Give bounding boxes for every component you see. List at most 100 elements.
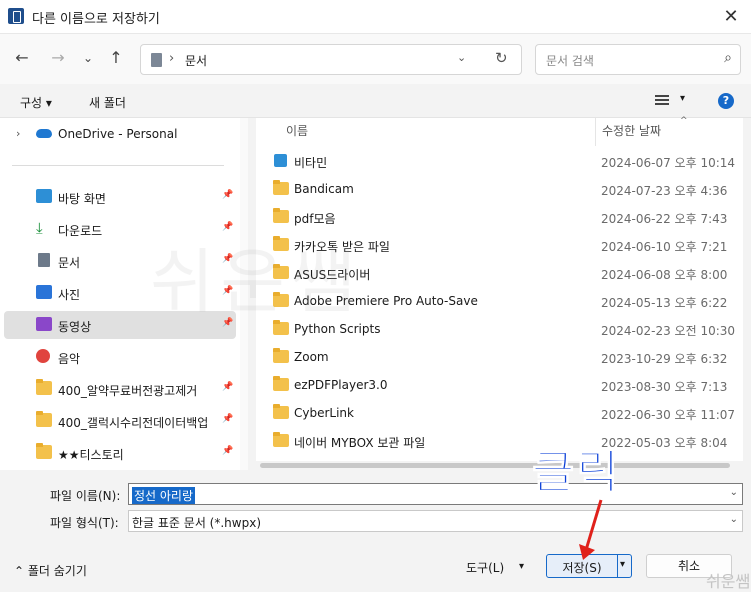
sidebar-item-onedrive[interactable]: › OneDrive - Personal (4, 120, 236, 148)
file-date: 2023-08-30 오후 7:13 (601, 380, 728, 394)
pin-icon[interactable]: 📌 (222, 382, 233, 392)
file-row[interactable]: 비타민 2024-06-07 오후 10:14 (256, 148, 743, 176)
app-icon (8, 8, 24, 24)
search-placeholder: 문서 검색 (546, 54, 594, 68)
new-folder-button[interactable]: 새 폴더 (89, 94, 126, 111)
sidebar-item-label: 400_갤럭시수리전데이터백업 (58, 416, 209, 430)
file-date: 2024-06-10 오후 7:21 (601, 240, 728, 254)
file-date: 2024-06-08 오후 8:00 (601, 268, 728, 282)
file-date: 2024-07-23 오후 4:36 (601, 184, 728, 198)
up-arrow-icon[interactable]: ↑ (104, 46, 128, 70)
address-bar[interactable]: › 문서 ⌄ ↻ (140, 44, 522, 75)
split-divider (617, 555, 618, 577)
archive-icon (274, 154, 287, 167)
filename-label: 파일 이름(N): (50, 489, 121, 503)
filename-field[interactable]: 정선 아리랑 ⌄ (128, 483, 743, 505)
toolbar: 구성 ▾ 새 폴더 ▾ (0, 84, 751, 118)
sidebar-item-folder[interactable]: 400_알약무료버전광고제거 📌 (4, 375, 236, 403)
view-list-icon[interactable] (655, 95, 669, 105)
title-bar: 다른 이름으로 저장하기 ✕ (0, 0, 751, 34)
chevron-right-icon[interactable]: › (169, 51, 174, 66)
file-row[interactable]: ezPDFPlayer3.0 2023-08-30 오후 7:13 (256, 372, 743, 400)
folder-icon (273, 376, 289, 391)
document-icon (151, 53, 162, 67)
music-icon (36, 349, 50, 363)
filetype-label: 파일 형식(T): (50, 516, 119, 530)
help-icon[interactable]: ? (718, 93, 734, 109)
filetype-select[interactable]: 한글 표준 문서 (*.hwpx) ⌄ (128, 510, 743, 532)
file-row[interactable]: Zoom 2023-10-29 오후 6:32 (256, 344, 743, 372)
organize-button[interactable]: 구성 ▾ (20, 94, 52, 111)
sidebar-item-folder[interactable]: 400_갤럭시수리전데이터백업 📌 (4, 407, 236, 435)
window-title: 다른 이름으로 저장하기 (32, 12, 160, 27)
column-header-date[interactable]: 수정한 날짜 (602, 122, 661, 139)
file-name: CyberLink (294, 406, 354, 420)
file-name: Zoom (294, 350, 329, 364)
file-row[interactable]: CyberLink 2022-06-30 오후 11:07 (256, 400, 743, 428)
sidebar-item-label: ★★티스토리 (58, 448, 124, 462)
expand-chevron-icon[interactable]: › (16, 127, 20, 140)
file-name: 비타민 (294, 156, 328, 170)
search-input[interactable]: 문서 검색 ⌕ (535, 44, 741, 75)
save-dropdown-icon[interactable]: ▾ (620, 559, 625, 570)
chevron-down-icon[interactable]: ⌄ (457, 51, 466, 64)
file-row[interactable]: Bandicam 2024-07-23 오후 4:36 (256, 176, 743, 204)
sort-caret-icon: ^ (680, 116, 688, 126)
file-name: Bandicam (294, 182, 354, 196)
forward-arrow-icon[interactable]: → (46, 46, 70, 70)
refresh-icon[interactable]: ↻ (495, 49, 508, 67)
file-name: 네이버 MYBOX 보관 파일 (294, 436, 426, 450)
back-arrow-icon[interactable]: ← (10, 46, 34, 70)
filename-value[interactable]: 정선 아리랑 (132, 487, 196, 504)
sidebar-item-desktop[interactable]: 바탕 화면 📌 (4, 183, 236, 211)
desktop-icon (36, 189, 52, 203)
corner-watermark: 쉬운쌤 (706, 572, 751, 591)
photo-icon (36, 285, 52, 299)
folder-icon (273, 180, 289, 195)
close-button[interactable]: ✕ (711, 0, 751, 33)
chevron-down-icon[interactable]: ⌄ (730, 487, 738, 498)
folder-icon (36, 379, 52, 395)
column-separator[interactable] (595, 118, 596, 146)
click-annotation: 클릭 (532, 445, 621, 500)
address-path[interactable]: 문서 (185, 52, 207, 69)
sidebar-item-label: 400_알약무료버전광고제거 (58, 384, 198, 398)
file-date: 2022-06-30 오후 11:07 (601, 408, 736, 422)
search-icon[interactable]: ⌕ (724, 50, 732, 66)
sidebar-item-label: 다운로드 (58, 224, 103, 238)
folder-icon (36, 411, 52, 427)
filetype-value: 한글 표준 문서 (*.hwpx) (132, 516, 262, 530)
sidebar-item-label: 동영상 (58, 320, 92, 334)
horizontal-scrollbar[interactable] (256, 461, 743, 470)
view-dropdown-icon[interactable]: ▾ (680, 93, 685, 104)
download-icon: ⤓ (36, 219, 43, 237)
tools-dropdown-icon[interactable]: ▾ (519, 561, 524, 572)
file-date: 2024-05-13 오후 6:22 (601, 296, 728, 310)
hide-folders-button[interactable]: ⌃ 폴더 숨기기 (14, 562, 87, 579)
tools-button[interactable]: 도구(L) (466, 559, 504, 576)
pin-icon[interactable]: 📌 (222, 190, 233, 200)
watermark: 쉬운쌤 (150, 241, 362, 323)
folder-icon (36, 443, 52, 459)
file-date: 2023-10-29 오후 6:32 (601, 352, 728, 366)
navigation-bar: ← → ⌄ ↑ › 문서 ⌄ ↻ 문서 검색 ⌕ (0, 34, 751, 84)
recent-locations-icon[interactable]: ⌄ (76, 46, 100, 70)
sidebar-item-folder[interactable]: ★★티스토리 📌 (4, 439, 236, 467)
sidebar-item-label: 음악 (58, 352, 81, 366)
sidebar-divider (12, 165, 224, 166)
sidebar-item-label: 사진 (58, 288, 81, 302)
video-icon (36, 317, 52, 331)
folder-icon (273, 404, 289, 419)
pin-icon[interactable]: 📌 (222, 446, 233, 456)
document-icon (38, 253, 50, 267)
folder-icon (273, 208, 289, 223)
file-row[interactable]: 네이버 MYBOX 보관 파일 2022-05-03 오후 8:04 (256, 428, 743, 456)
pin-icon[interactable]: 📌 (222, 414, 233, 424)
column-header-name[interactable]: 이름 (286, 122, 308, 139)
scrollbar-thumb[interactable] (260, 463, 730, 468)
file-date: 2024-02-23 오전 10:30 (601, 324, 736, 338)
chevron-down-icon[interactable]: ⌄ (730, 514, 738, 525)
annotation-arrow-icon (579, 499, 603, 560)
sidebar-item-music[interactable]: 음악 (4, 343, 236, 371)
file-date: 2024-06-22 오후 7:43 (601, 212, 728, 226)
